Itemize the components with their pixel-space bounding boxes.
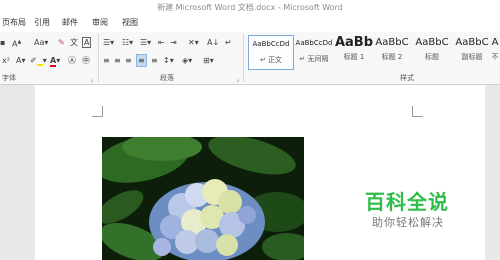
sort-icon[interactable]: A↓ xyxy=(207,37,219,48)
phonetic-guide-icon[interactable]: 文 xyxy=(70,37,78,48)
style-name: 副标题 xyxy=(461,53,483,61)
style-sample: AaBbC xyxy=(375,37,409,48)
line-spacing-icon[interactable]: ↕▾ xyxy=(163,55,174,66)
font-grow-icon[interactable]: A▲ xyxy=(12,37,21,49)
enclose-characters-icon[interactable]: ㊥ xyxy=(82,55,90,66)
tab-references[interactable]: 引用 xyxy=(34,17,50,28)
style-name: 标题 2 xyxy=(381,53,403,61)
group-divider xyxy=(243,34,244,82)
paragraph-dialog-launcher-icon[interactable]: ⌟ xyxy=(236,74,239,85)
align-center-icon[interactable]: ≡ xyxy=(114,55,121,66)
font-dialog-launcher-icon[interactable]: ⌟ xyxy=(90,74,93,85)
font-group-label: 字体 xyxy=(2,74,16,82)
numbering-icon[interactable]: ☷▾ xyxy=(122,37,133,48)
superscript-icon[interactable]: x² xyxy=(2,55,10,66)
change-case-label: Aa xyxy=(34,38,45,47)
style-sample: AaBbCcDd xyxy=(252,40,290,48)
character-shading-icon[interactable]: Ⓐ xyxy=(68,55,76,66)
character-border-label: A xyxy=(84,38,90,47)
style-no-spacing[interactable]: AaBbCcDd ↵ 无间隔 xyxy=(292,35,336,68)
paragraph-group-label: 段落 xyxy=(160,74,174,82)
style-name: 不 xyxy=(491,53,499,61)
style-subtitle[interactable]: AaBbC 副标题 xyxy=(450,35,494,68)
align-right-icon[interactable]: ≡ xyxy=(125,55,132,66)
highlight-color-button[interactable]: ✐ ▾ xyxy=(30,55,47,66)
style-title[interactable]: AaBbC 标题 xyxy=(410,35,454,68)
multilevel-list-icon[interactable]: ☰▾ xyxy=(140,37,151,48)
tab-review[interactable]: 审阅 xyxy=(92,17,108,28)
ribbon-tabs: 页布局 引用 邮件 审阅 视图 xyxy=(0,15,500,33)
bullets-icon[interactable]: ☰▾ xyxy=(103,37,114,48)
style-name: 标题 xyxy=(425,53,439,61)
chinese-layout-icon[interactable]: ✕▾ xyxy=(188,37,199,48)
decrease-indent-icon[interactable]: ⇤ xyxy=(158,37,165,48)
change-case-button[interactable]: Aa▾ xyxy=(34,37,48,48)
bold-partial-icon[interactable]: ▪ xyxy=(0,37,5,48)
tab-view[interactable]: 视图 xyxy=(122,17,138,28)
font-color-button[interactable]: A▾ xyxy=(50,55,60,67)
style-name: ↵ 无间隔 xyxy=(299,55,329,63)
margin-corner-mark xyxy=(92,106,103,117)
window-title: 新建 Microsoft Word 文档.docx - Microsoft Wo… xyxy=(157,3,343,12)
group-divider xyxy=(98,34,99,82)
font-color-label: A xyxy=(50,56,57,67)
style-sample: A xyxy=(491,37,499,48)
increase-indent-icon[interactable]: ⇥ xyxy=(170,37,177,48)
shading-icon[interactable]: ◈▾ xyxy=(182,55,192,66)
hydrangea-photo-icon xyxy=(102,137,304,260)
highlight-color-swatch xyxy=(36,64,43,66)
clear-formatting-icon[interactable]: ✎ xyxy=(58,37,65,48)
watermark-subtitle: 助你轻松解决 xyxy=(372,216,444,229)
style-sample: AaBbC xyxy=(415,37,449,48)
style-name: ↵ 正文 xyxy=(259,56,283,64)
title-bar: 新建 Microsoft Word 文档.docx - Microsoft Wo… xyxy=(0,0,500,15)
character-border-button[interactable]: A xyxy=(82,37,92,48)
margin-corner-mark xyxy=(412,106,423,117)
distributed-icon[interactable]: ≡ xyxy=(151,55,158,66)
align-left-icon[interactable]: ≡ xyxy=(103,55,110,66)
borders-icon[interactable]: ⊞▾ xyxy=(203,55,214,66)
style-sample: AaBbCcDd xyxy=(295,39,333,47)
styles-group-label: 样式 xyxy=(400,74,414,82)
style-sample: AaBbC xyxy=(455,37,489,48)
inserted-photo[interactable] xyxy=(102,137,304,260)
style-partial[interactable]: A 不 xyxy=(490,35,500,68)
text-effects-icon[interactable]: A▾ xyxy=(16,55,26,66)
tab-page-layout[interactable]: 页布局 xyxy=(2,17,26,28)
show-marks-icon[interactable]: ↵ xyxy=(225,37,232,48)
tab-mailings[interactable]: 邮件 xyxy=(62,17,78,28)
justify-icon[interactable]: ≡ xyxy=(136,54,147,67)
style-heading-2[interactable]: AaBbC 标题 2 xyxy=(370,35,414,68)
style-normal[interactable]: AaBbCcDd ↵ 正文 xyxy=(248,35,294,70)
watermark-title: 百科全说 xyxy=(365,190,449,214)
